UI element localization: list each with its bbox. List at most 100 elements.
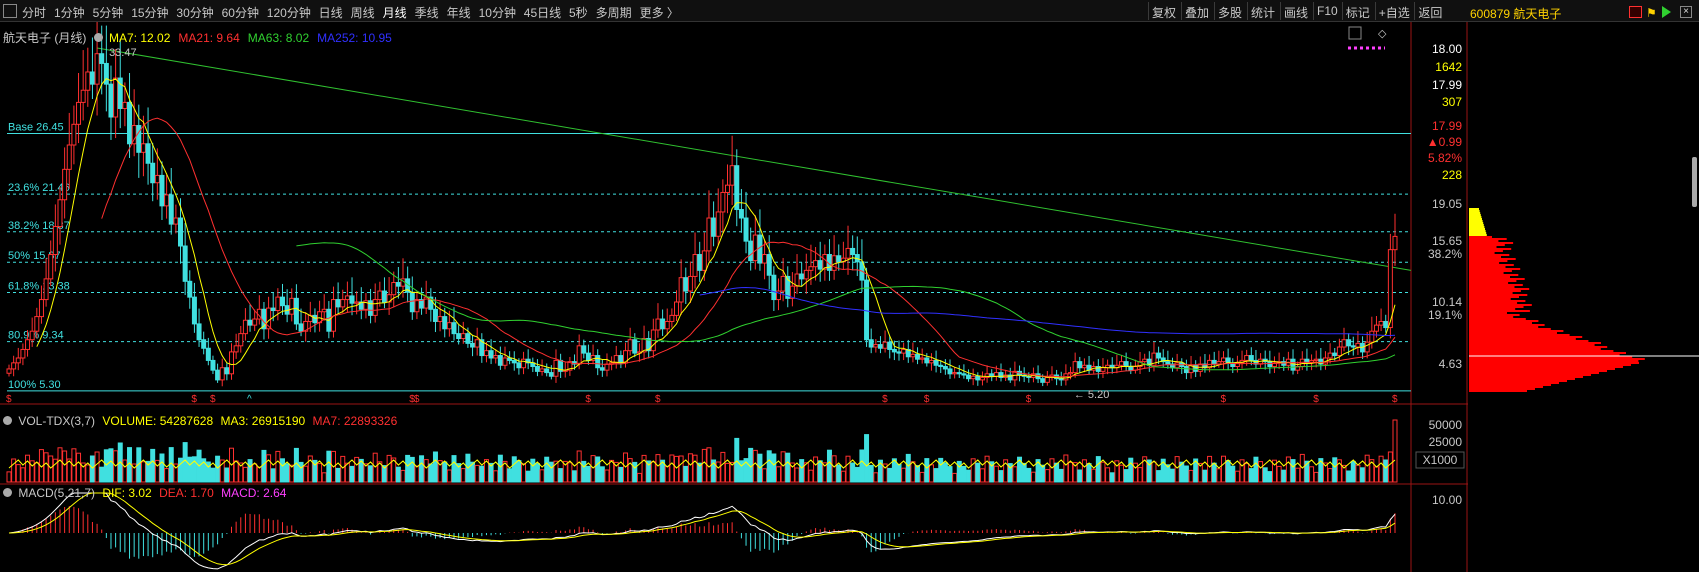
period-tab[interactable]: 45日线	[524, 4, 561, 21]
settings-icon[interactable]	[93, 33, 103, 42]
volume-bar	[572, 470, 578, 483]
candle-body	[711, 217, 717, 237]
candle-body	[928, 359, 934, 364]
profile-bar	[1469, 316, 1514, 318]
candle-body	[585, 352, 591, 361]
candle-body	[442, 316, 448, 330]
profile-bar	[1469, 284, 1523, 286]
candle-body	[1081, 364, 1087, 369]
candle-body	[270, 307, 276, 312]
profile-bar	[1469, 332, 1557, 334]
period-tab[interactable]: 5分钟	[93, 4, 124, 21]
candle-body	[813, 260, 819, 268]
volume-bar	[576, 450, 582, 483]
volume-bar	[854, 466, 860, 483]
period-tab[interactable]: 120分钟	[267, 4, 311, 21]
dividend-marker: $	[1026, 394, 1032, 405]
candle-body	[910, 353, 916, 358]
candle-body	[344, 295, 350, 301]
volume-bar	[414, 465, 420, 483]
tool-button[interactable]: 复权	[1152, 4, 1176, 21]
panel-toggle-icon[interactable]	[3, 4, 17, 18]
period-tab[interactable]: 10分钟	[479, 4, 516, 21]
candle-body	[460, 333, 466, 340]
period-tab[interactable]: 60分钟	[222, 4, 259, 21]
candle-body	[743, 217, 749, 242]
price-axis-label: 307	[1442, 95, 1462, 109]
candle-body	[219, 367, 225, 381]
volume-bar	[1239, 459, 1245, 483]
diamond-icon[interactable]: ◇	[1378, 28, 1387, 40]
candle-body	[15, 357, 21, 364]
period-tab[interactable]: 周线	[351, 4, 375, 21]
volume-bar	[887, 467, 893, 483]
candle-body	[729, 165, 735, 186]
candle-body	[632, 339, 638, 354]
dividend-marker: $	[1220, 394, 1226, 405]
volume-bar	[1373, 466, 1379, 483]
candle-body	[766, 254, 772, 276]
volume-bar	[1202, 469, 1208, 483]
volume-bar	[1262, 467, 1268, 483]
candle-body	[293, 297, 299, 325]
candle-body	[808, 266, 814, 271]
volume-bar	[873, 472, 879, 483]
ma-label: MA252: 10.95	[317, 31, 392, 45]
tool-button[interactable]: +自选	[1379, 4, 1410, 21]
volume-bar	[859, 449, 865, 483]
tool-button[interactable]: 返回	[1418, 4, 1442, 21]
volume-bar	[901, 467, 907, 483]
volume-bar	[928, 464, 934, 483]
play-icon[interactable]	[1662, 6, 1671, 18]
profile-bar	[1469, 358, 1645, 360]
flag-icon[interactable]: ⚑	[1646, 6, 1659, 20]
volume-bar	[664, 465, 670, 483]
candle-body	[391, 282, 397, 296]
profile-bar	[1469, 322, 1532, 324]
period-tab[interactable]: 1分钟	[54, 4, 85, 21]
f10-doc-icon[interactable]	[1629, 6, 1642, 18]
volume-bar	[599, 466, 605, 483]
volume-bar	[321, 472, 327, 483]
toolbar-separator	[1148, 2, 1149, 20]
tool-button[interactable]: 叠加	[1185, 4, 1209, 21]
period-tab[interactable]: 日线	[319, 4, 343, 21]
volume-bar	[831, 455, 837, 483]
fib-level-label: 23.6% 21.46	[8, 182, 70, 194]
profile-bar	[1469, 230, 1486, 232]
volume-bar	[1253, 456, 1259, 483]
period-tab[interactable]: 多周期	[596, 4, 632, 21]
profile-bar	[1469, 214, 1481, 216]
candle-body	[242, 319, 248, 335]
macd-value: DEA: 1.70	[155, 486, 214, 500]
profile-bar	[1469, 220, 1483, 222]
volume-bar	[534, 463, 540, 483]
tool-button[interactable]: F10	[1317, 4, 1338, 18]
settings-icon[interactable]	[3, 416, 12, 425]
tool-button[interactable]: 统计	[1251, 4, 1275, 21]
period-tab[interactable]: 分时	[22, 4, 46, 21]
tool-button[interactable]: 标记	[1346, 4, 1370, 21]
lock-icon[interactable]	[1348, 26, 1362, 40]
volume-bar	[585, 465, 591, 483]
tool-button[interactable]: 多股	[1218, 4, 1242, 21]
volume-bar	[270, 468, 276, 483]
period-tab[interactable]: 更多 〉	[640, 4, 679, 21]
close-icon[interactable]: ×	[1680, 6, 1692, 18]
volume-bar	[76, 452, 82, 483]
volume-bar	[1095, 456, 1101, 483]
period-tab[interactable]: 30分钟	[176, 4, 213, 21]
settings-icon[interactable]	[3, 488, 12, 497]
candle-body	[6, 368, 12, 374]
low-price-label: ← 5.20	[1074, 389, 1109, 401]
stock-code-label[interactable]: 600879 航天电子	[1470, 5, 1561, 22]
scrollbar-thumb[interactable]	[1692, 157, 1697, 207]
candlesticks[interactable]	[6, 22, 1398, 387]
period-tab[interactable]: 季线	[415, 4, 439, 21]
period-tab[interactable]: 年线	[447, 4, 471, 21]
tool-button[interactable]: 画线	[1284, 4, 1308, 21]
period-tab[interactable]: 15分钟	[131, 4, 168, 21]
period-tab[interactable]: 5秒	[569, 4, 588, 21]
period-tab[interactable]: 月线	[383, 4, 407, 21]
macd-title: MACD(5,21,7)	[18, 486, 96, 500]
